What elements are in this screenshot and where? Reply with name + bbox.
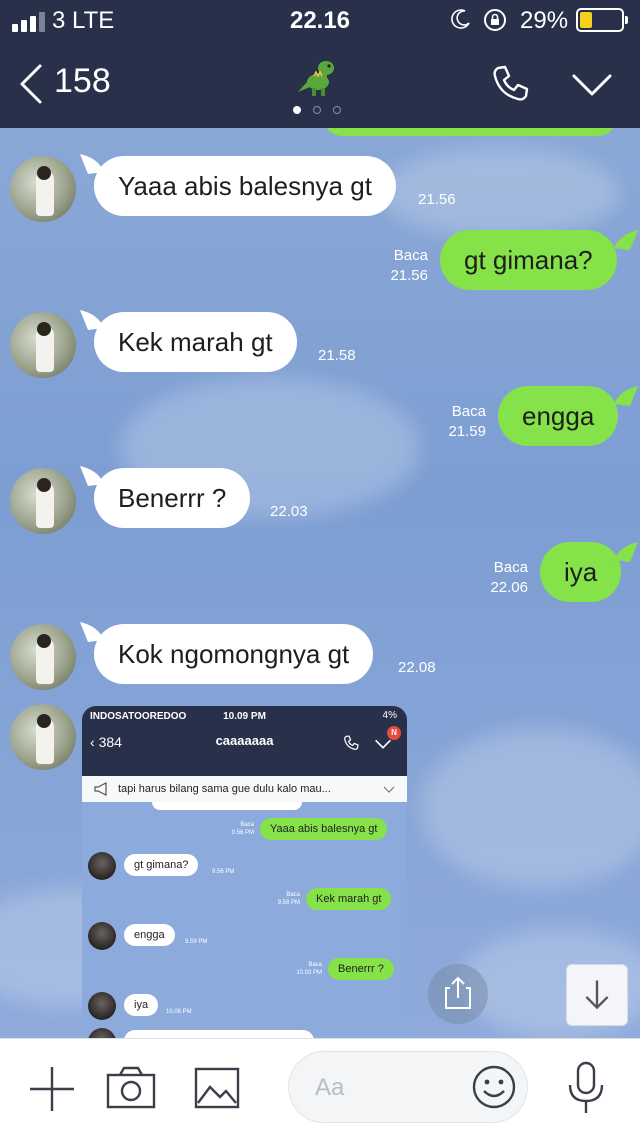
image-gallery-icon[interactable] (194, 1067, 240, 1109)
embedded-chevron-icon (375, 739, 391, 749)
page-indicator (293, 106, 341, 114)
emoji-icon[interactable] (471, 1064, 517, 1110)
page-dot (333, 106, 341, 114)
read-receipt: Baca (493, 559, 528, 576)
plus-icon[interactable] (28, 1065, 76, 1113)
embedded-battery: 4% (382, 710, 397, 721)
partial-bubble (124, 1030, 314, 1038)
message-bubble-incoming[interactable]: Yaaa abis balesnya gt (94, 156, 396, 216)
bubble-tail (614, 386, 638, 406)
read-receipt: Baca (451, 403, 486, 420)
message-time: 21.56 (418, 191, 456, 208)
embedded-notice: tapi harus bilang sama gue dulu kalo mau… (82, 776, 407, 802)
embedded-bubble-outgoing: Yaaa abis balesnya gt (260, 818, 388, 840)
partial-bubble (324, 128, 616, 136)
image-message[interactable]: INDOSATOOREDOO 10.09 PM 4% ‹ 384 caaaaaa… (82, 706, 407, 1038)
message-time: 21.59 (448, 423, 486, 440)
megaphone-icon (94, 782, 107, 796)
embedded-time-label: 9.56 PM (212, 869, 235, 875)
avatar[interactable] (10, 704, 76, 770)
embedded-time-label: 9.59 PM (185, 939, 208, 945)
message-time: 21.58 (318, 347, 356, 364)
message-time: 22.08 (398, 659, 436, 676)
embedded-time-label: 10.06 PM (166, 1009, 192, 1015)
bubble-tail (614, 542, 638, 562)
embedded-dropdown-icon (383, 786, 395, 793)
share-button[interactable] (428, 964, 488, 1024)
share-icon (445, 976, 471, 1009)
page-dot-active (293, 106, 301, 114)
embedded-badge: N (387, 726, 401, 740)
avatar[interactable] (10, 156, 76, 222)
rotation-lock-icon (484, 9, 506, 31)
embedded-read: Baca (308, 962, 322, 968)
embedded-time-label: 10.03 PM (296, 970, 322, 976)
embedded-time-label: 9.56 PM (231, 830, 254, 836)
embedded-read: Baca (286, 892, 300, 898)
message-bubble-outgoing[interactable]: gt gimana? (440, 230, 617, 290)
battery-percent: 29% (520, 7, 569, 34)
dinosaur-icon (298, 61, 334, 96)
message-bubble-incoming[interactable]: Kok ngomongnya gt (94, 624, 374, 684)
message-input[interactable] (315, 1070, 465, 1106)
back-arrow-icon[interactable] (16, 62, 46, 106)
embedded-bubble-outgoing: Kek marah gt (306, 888, 392, 910)
arrow-down-icon (585, 980, 609, 1010)
microphone-icon[interactable] (566, 1061, 606, 1115)
avatar[interactable] (10, 312, 76, 378)
embedded-bubble-outgoing: Benerrr ? (328, 958, 394, 980)
phone-call-icon[interactable] (488, 62, 532, 106)
embedded-avatar (88, 992, 116, 1020)
embedded-read: Baca (240, 822, 254, 828)
partial-bubble (152, 802, 302, 810)
embedded-bubble-incoming: engga (124, 924, 175, 946)
read-receipt: Baca (393, 247, 428, 264)
avatar[interactable] (10, 624, 76, 690)
embedded-time-label: 9.58 PM (277, 900, 300, 906)
embedded-avatar (88, 1028, 116, 1038)
message-bubble-outgoing[interactable]: engga (498, 386, 619, 446)
chat-area[interactable]: Yaaa abis balesnya gt 21.56 Baca 21.56 g… (0, 128, 640, 1038)
camera-icon[interactable] (106, 1065, 156, 1111)
embedded-header: INDOSATOOREDOO 10.09 PM 4% ‹ 384 caaaaaa… (82, 706, 407, 776)
message-time: 22.03 (270, 503, 308, 520)
message-bubble-incoming[interactable]: Benerrr ? (94, 468, 251, 528)
embedded-bubble-incoming: iya (124, 994, 159, 1016)
scroll-to-bottom-button[interactable] (566, 964, 628, 1026)
embedded-avatar (88, 922, 116, 950)
message-field[interactable] (288, 1051, 528, 1123)
top-bar: 3 LTE 22.16 29% 158 (0, 0, 640, 128)
embedded-phone-icon (344, 735, 359, 750)
battery-icon (576, 8, 628, 32)
message-time: 21.56 (390, 267, 428, 284)
page-dot (313, 106, 321, 114)
chevron-down-icon[interactable] (570, 72, 614, 98)
avatar[interactable] (10, 468, 76, 534)
status-bar: 3 LTE 22.16 29% (0, 0, 640, 40)
message-time: 22.06 (490, 579, 528, 596)
message-bubble-incoming[interactable]: Kek marah gt (94, 312, 297, 372)
embedded-bubble-incoming: gt gimana? (124, 854, 199, 876)
unread-count[interactable]: 158 (54, 62, 111, 101)
input-bar (0, 1038, 640, 1136)
bubble-tail (614, 230, 638, 250)
do-not-disturb-icon (451, 9, 470, 29)
embedded-time: 10.09 PM (223, 711, 266, 722)
embedded-avatar (88, 852, 116, 880)
message-bubble-outgoing[interactable]: iya (540, 542, 622, 602)
